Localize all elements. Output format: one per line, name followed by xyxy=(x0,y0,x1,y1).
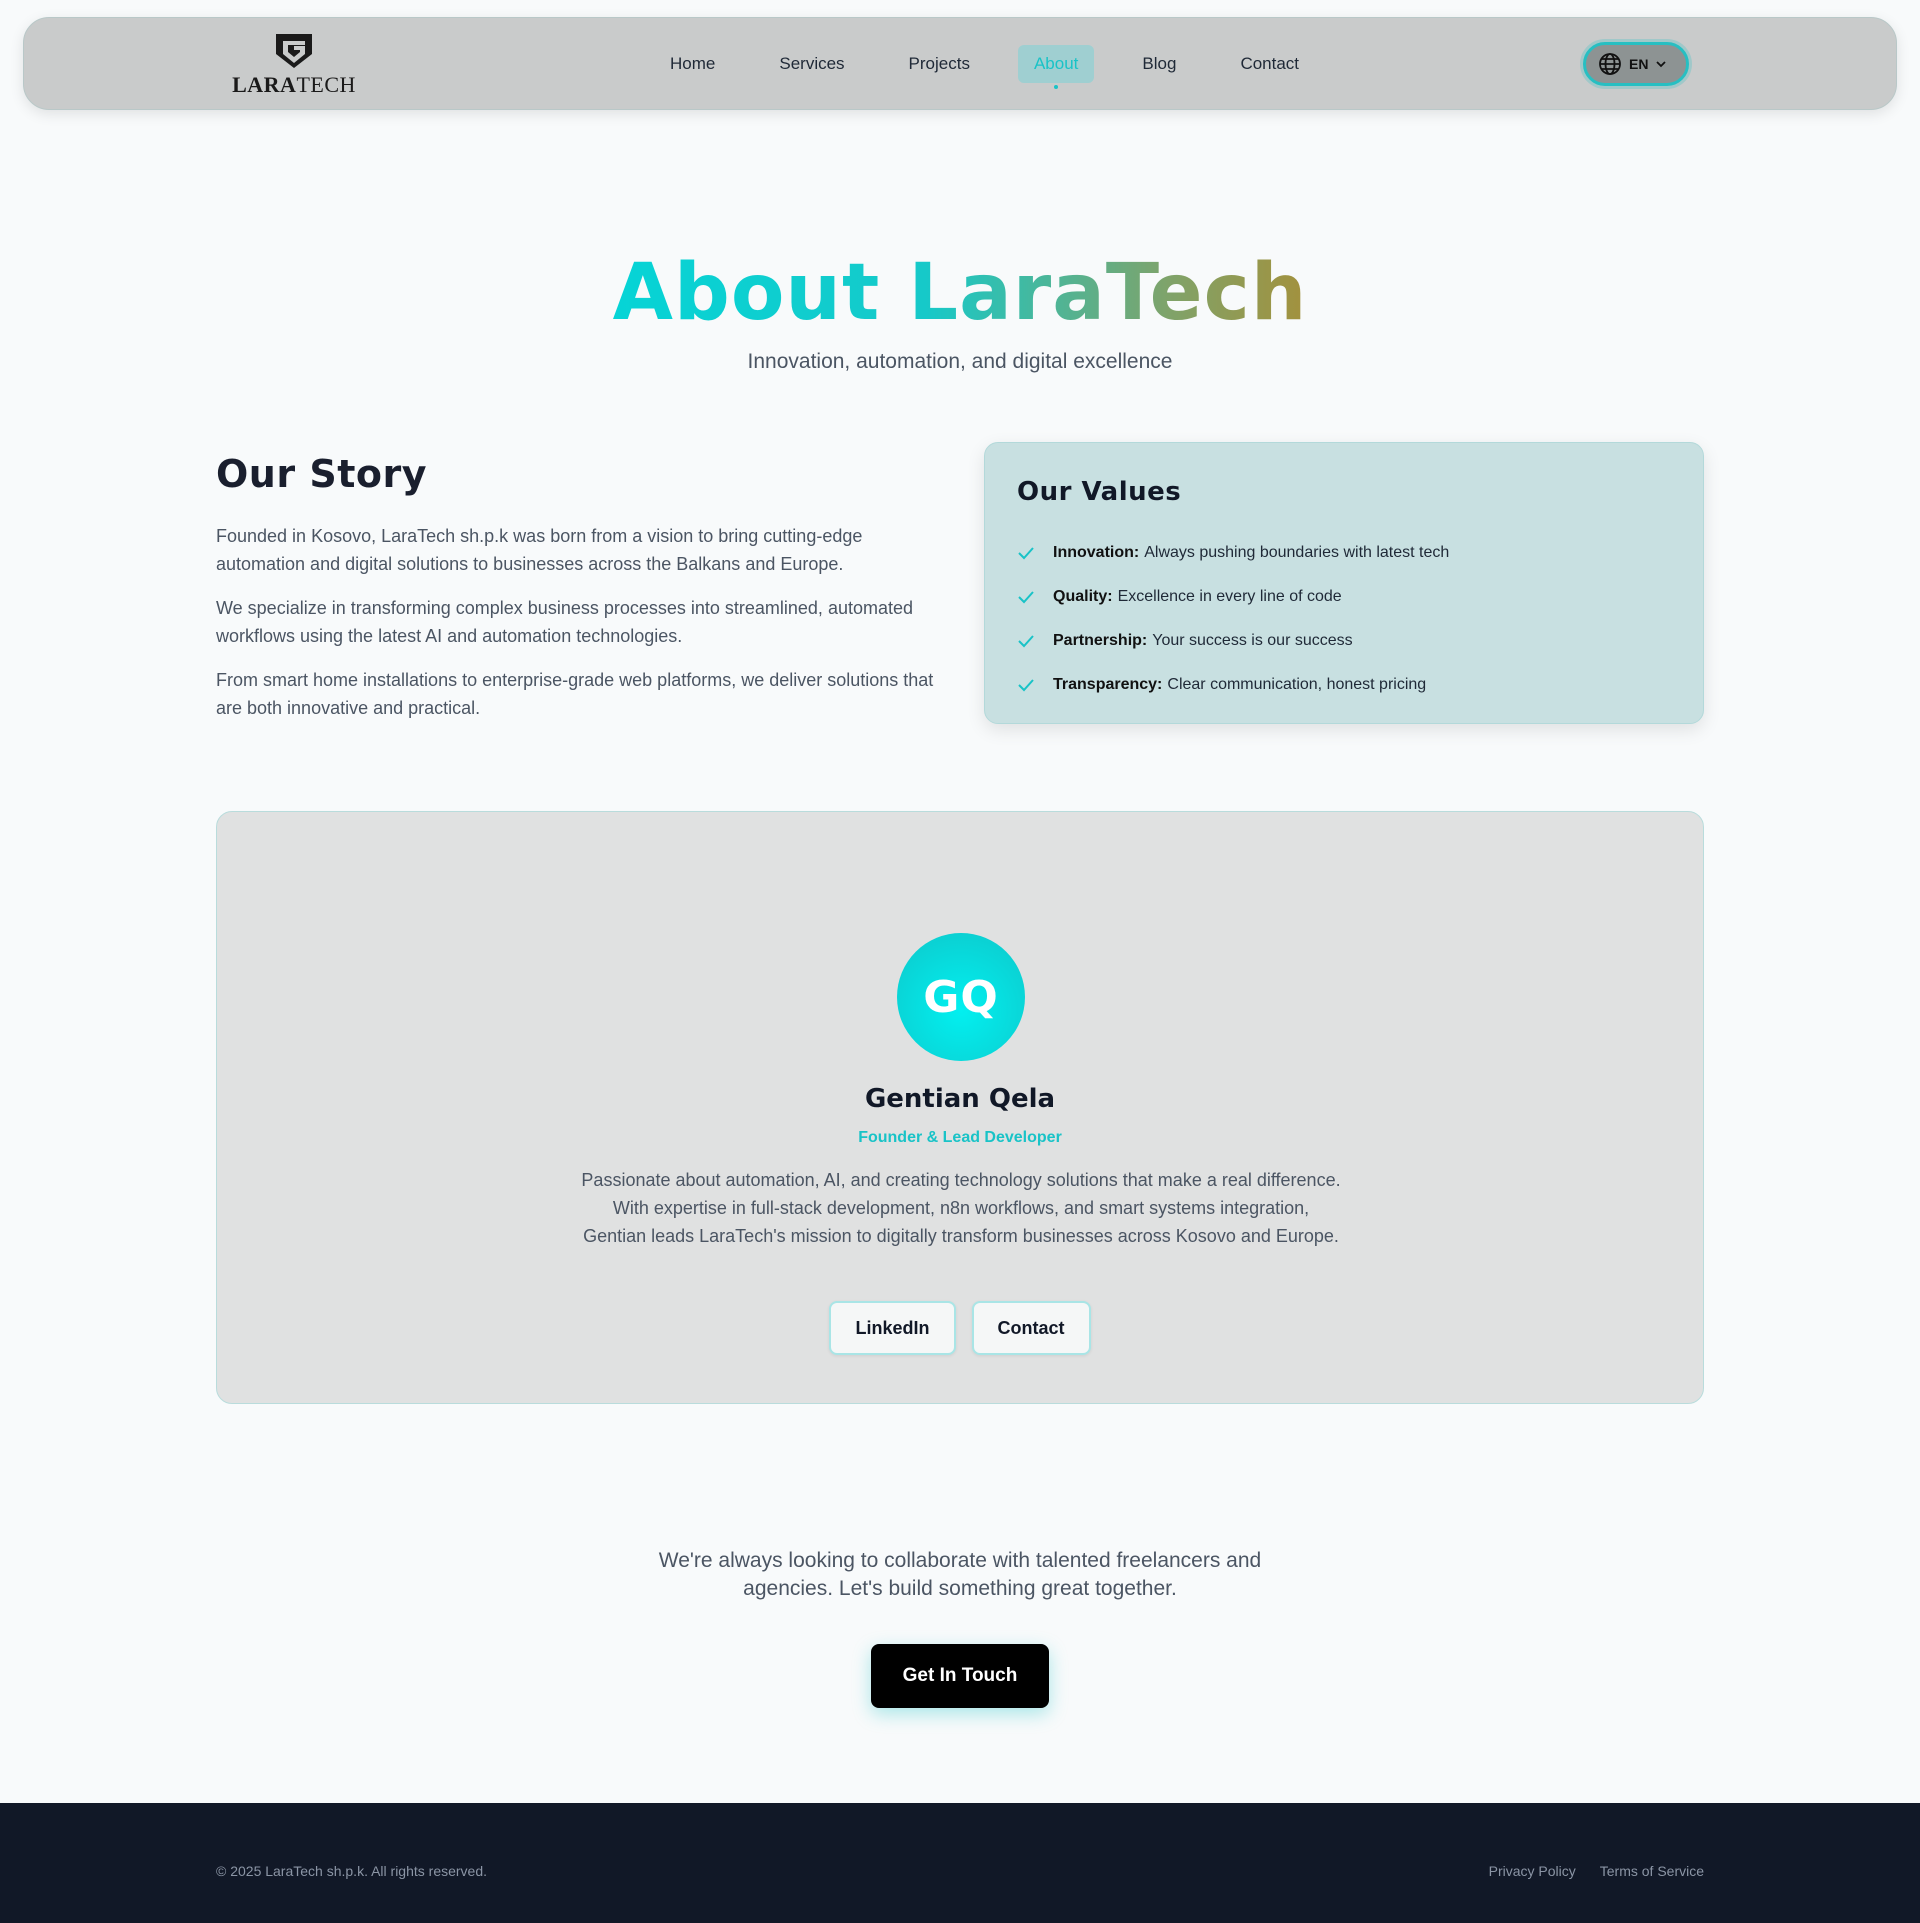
nav-blog[interactable]: Blog xyxy=(1126,45,1192,83)
member-actions: LinkedIn Contact xyxy=(217,1301,1703,1355)
avatar-initials: GQ xyxy=(923,971,999,1023)
chevron-down-icon xyxy=(1656,61,1667,68)
language-switcher[interactable]: EN xyxy=(1583,42,1689,86)
value-name: Partnership: xyxy=(1053,632,1148,649)
value-item-partnership: Partnership: Your success is our success xyxy=(1017,619,1671,663)
nav-home[interactable]: Home xyxy=(654,45,731,83)
check-icon xyxy=(1017,546,1037,560)
our-story-section: Our Story Founded in Kosovo, LaraTech sh… xyxy=(216,452,936,738)
nav-projects[interactable]: Projects xyxy=(893,45,986,83)
value-text: Excellence in every line of code xyxy=(1117,588,1342,605)
language-label: EN xyxy=(1629,56,1649,72)
get-in-touch-button[interactable]: Get In Touch xyxy=(871,1644,1049,1708)
story-paragraph: From smart home installations to enterpr… xyxy=(216,670,934,718)
value-text: Always pushing boundaries with latest te… xyxy=(1144,544,1450,561)
page-subtitle: Innovation, automation, and digital exce… xyxy=(747,350,1173,373)
linkedin-button[interactable]: LinkedIn xyxy=(829,1301,956,1355)
story-paragraph: Founded in Kosovo, LaraTech sh.p.k was b… xyxy=(216,526,863,574)
value-name: Innovation: xyxy=(1053,544,1140,561)
copyright-text: © 2025 LaraTech sh.p.k. All rights reser… xyxy=(216,1863,488,1879)
laratech-logo[interactable]: LARATECH xyxy=(232,32,356,98)
value-name: Transparency: xyxy=(1053,676,1163,693)
our-values-card: Our Values Innovation: Always pushing bo… xyxy=(984,442,1704,724)
contact-button[interactable]: Contact xyxy=(971,1301,1091,1355)
globe-icon xyxy=(1599,53,1621,75)
value-item-transparency: Transparency: Clear communication, hones… xyxy=(1017,663,1671,707)
team-member-card: GQ Gentian Qela Founder & Lead Developer… xyxy=(216,811,1704,1404)
footer-links: Privacy Policy Terms of Service xyxy=(1489,1863,1704,1879)
member-role: Founder & Lead Developer xyxy=(858,1129,1062,1146)
value-text: Your success is our success xyxy=(1152,632,1353,649)
check-icon xyxy=(1017,678,1037,692)
nav-about[interactable]: About xyxy=(1017,45,1095,89)
member-name: Gentian Qela xyxy=(864,1084,1056,1114)
value-name: Quality: xyxy=(1053,588,1113,605)
value-text: Clear communication, honest pricing xyxy=(1167,676,1427,693)
story-heading: Our Story xyxy=(216,452,427,496)
value-item-quality: Quality: Excellence in every line of cod… xyxy=(1017,575,1671,619)
terms-of-service-link[interactable]: Terms of Service xyxy=(1600,1863,1704,1879)
avatar: GQ xyxy=(897,933,1025,1061)
top-navbar: LARATECH Home Services Projects About Bl… xyxy=(23,17,1897,110)
page-title: About LaraTech xyxy=(612,248,1308,338)
privacy-policy-link[interactable]: Privacy Policy xyxy=(1489,1863,1576,1879)
story-paragraph: We specialize in transforming complex bu… xyxy=(216,598,913,646)
logo-shield-icon xyxy=(276,34,312,68)
member-bio: Passionate about automation, AI, and cre… xyxy=(581,1170,1341,1246)
check-icon xyxy=(1017,634,1037,648)
footer: © 2025 LaraTech sh.p.k. All rights reser… xyxy=(0,1803,1920,1923)
logo-wordmark: LARATECH xyxy=(232,72,356,97)
collaboration-text: We're always looking to collaborate with… xyxy=(658,1549,1262,1600)
nav-services[interactable]: Services xyxy=(763,45,860,83)
nav-contact[interactable]: Contact xyxy=(1224,45,1315,83)
check-icon xyxy=(1017,590,1037,604)
main-nav: Home Services Projects About Blog Contac… xyxy=(654,44,1315,89)
values-heading: Our Values xyxy=(1017,477,1182,507)
value-item-innovation: Innovation: Always pushing boundaries wi… xyxy=(1017,531,1671,575)
